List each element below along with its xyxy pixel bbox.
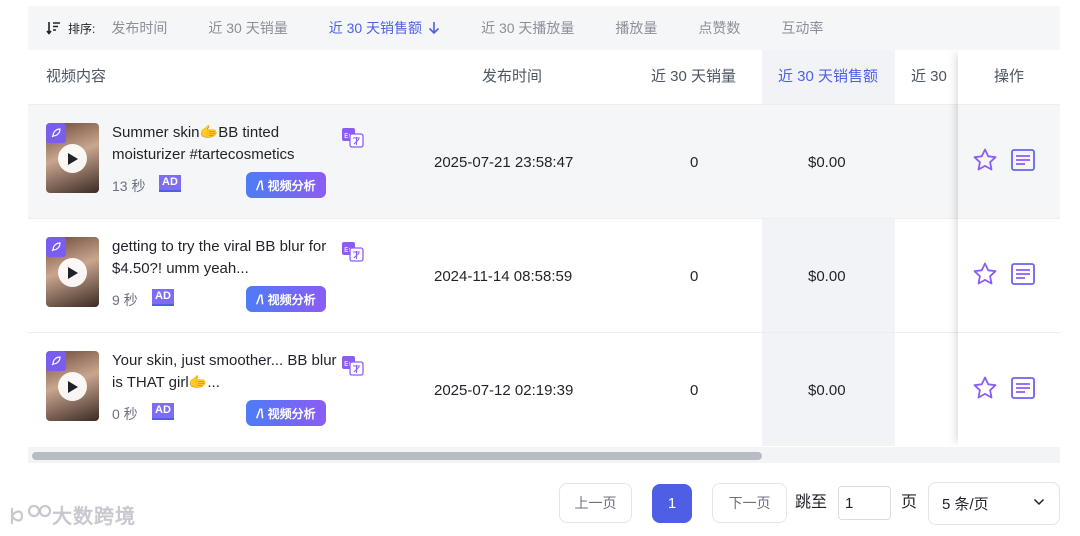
ad-badge: AD — [159, 175, 181, 192]
ai-icon: /\ — [256, 291, 264, 307]
video-title[interactable]: Your skin, just smoother... BB blur is T… — [112, 350, 342, 394]
row-actions — [972, 375, 1036, 401]
revenue-cell: $0.00 — [808, 153, 846, 171]
sort-option-revenue-30d[interactable]: 近 30 天销售额 — [329, 18, 440, 38]
video-thumbnail[interactable] — [46, 351, 99, 421]
video-duration: 9 秒 — [112, 292, 138, 308]
scrollbar-thumb[interactable] — [32, 452, 762, 460]
sort-bar: 排序: 发布时间 近 30 天销量 近 30 天销售额 近 30 天播放量 播放… — [28, 6, 1060, 50]
divider — [958, 218, 1060, 219]
watermark: 大数跨境 — [8, 500, 136, 529]
rocket-icon — [46, 351, 66, 371]
video-list-panel: 排序: 发布时间 近 30 天销量 近 30 天销售额 近 30 天播放量 播放… — [0, 0, 1080, 536]
chevron-down-icon — [1033, 498, 1045, 506]
watermark-text: 大数跨境 — [52, 506, 136, 528]
table-row: getting to try the viral BB blur for $4.… — [28, 218, 1060, 332]
video-analysis-button[interactable]: /\ 视频分析 — [246, 400, 326, 426]
publish-time-cell: 2025-07-12 02:19:39 — [434, 381, 574, 399]
detail-icon[interactable] — [1010, 375, 1036, 401]
video-duration: 13 秒 — [112, 178, 146, 194]
arrow-down-icon — [428, 22, 440, 35]
video-title[interactable]: Summer skin🫱BB tinted moisturizer #tarte… — [112, 122, 342, 166]
page-size-select[interactable]: 5 条/页 — [928, 482, 1060, 525]
page-unit-label: 页 — [901, 494, 918, 511]
rocket-icon — [46, 237, 66, 257]
sort-option-revenue-30d-label: 近 30 天销售额 — [328, 20, 423, 36]
translate-icon[interactable]: En — [341, 355, 365, 377]
sort-icon — [46, 22, 60, 35]
sort-label: 排序: — [68, 21, 96, 36]
actions-column: 操作 — [958, 50, 1060, 446]
publish-time-cell: 2024-11-14 08:58:59 — [434, 267, 573, 285]
play-icon — [58, 144, 87, 173]
sort-option-likes[interactable]: 点赞数 — [698, 18, 740, 38]
video-title[interactable]: getting to try the viral BB blur for $4.… — [112, 236, 342, 280]
video-thumbnail[interactable] — [46, 123, 99, 193]
next-page-button[interactable]: 下一页 — [712, 483, 787, 523]
header-video: 视频内容 — [46, 68, 107, 85]
divider — [958, 332, 1060, 333]
star-icon[interactable] — [972, 375, 998, 401]
header-publish-time[interactable]: 发布时间 — [482, 50, 542, 104]
table-row: Summer skin🫱BB tinted moisturizer #tarte… — [28, 104, 1060, 218]
detail-icon[interactable] — [1010, 147, 1036, 173]
header-sales-30d[interactable]: 近 30 天销量 — [651, 50, 736, 104]
revenue-cell: $0.00 — [808, 267, 846, 285]
sort-option-publish-time[interactable]: 发布时间 — [111, 18, 167, 38]
translate-icon[interactable]: En — [341, 241, 365, 263]
header-revenue-30d[interactable]: 近 30 天销售额 — [778, 50, 878, 104]
video-table: 视频内容 发布时间 近 30 天销量 近 30 天销售额 近 30 Summer… — [28, 50, 1060, 446]
prev-page-button[interactable]: 上一页 — [559, 483, 632, 523]
revenue-cell: $0.00 — [808, 381, 846, 399]
sort-option-sales-30d[interactable]: 近 30 天销量 — [208, 18, 287, 38]
video-analysis-button[interactable]: /\ 视频分析 — [246, 286, 326, 312]
jump-page-input[interactable] — [838, 486, 891, 520]
publish-time-cell: 2025-07-21 23:58:47 — [434, 153, 574, 171]
header-actions: 操作 — [993, 68, 1024, 85]
sort-option-plays[interactable]: 播放量 — [615, 18, 657, 38]
ai-icon: /\ — [256, 177, 264, 193]
table-header: 视频内容 发布时间 近 30 天销量 近 30 天销售额 近 30 — [28, 50, 1060, 104]
star-icon[interactable] — [972, 147, 998, 173]
video-analysis-button[interactable]: /\ 视频分析 — [246, 172, 326, 198]
sort-option-plays-30d[interactable]: 近 30 天播放量 — [481, 18, 574, 38]
sort-option-engagement[interactable]: 互动率 — [781, 18, 823, 38]
brand-logo-icon — [10, 504, 52, 524]
rocket-icon — [46, 123, 66, 143]
page-1-button[interactable]: 1 — [652, 484, 692, 523]
play-icon — [58, 258, 87, 287]
video-duration: 0 秒 — [112, 406, 138, 422]
video-analysis-label: 视频分析 — [267, 178, 316, 193]
table-row: Your skin, just smoother... BB blur is T… — [28, 332, 1060, 446]
row-actions — [972, 147, 1036, 173]
page-size-value: 5 条/页 — [942, 496, 989, 513]
ad-badge: AD — [152, 289, 174, 306]
star-icon[interactable] — [972, 261, 998, 287]
header-plays-30d[interactable]: 近 30 — [911, 50, 947, 104]
video-analysis-label: 视频分析 — [267, 292, 316, 307]
detail-icon[interactable] — [1010, 261, 1036, 287]
sales-cell: 0 — [690, 267, 699, 285]
sales-cell: 0 — [690, 381, 699, 399]
divider — [958, 104, 1060, 105]
video-analysis-label: 视频分析 — [267, 406, 316, 421]
video-thumbnail[interactable] — [46, 237, 99, 307]
ad-badge: AD — [152, 403, 174, 420]
sales-cell: 0 — [690, 153, 699, 171]
ai-icon: /\ — [256, 405, 264, 421]
play-icon — [58, 372, 87, 401]
row-actions — [972, 261, 1036, 287]
jump-label: 跳至 — [795, 494, 828, 511]
translate-icon[interactable]: En — [341, 127, 365, 149]
